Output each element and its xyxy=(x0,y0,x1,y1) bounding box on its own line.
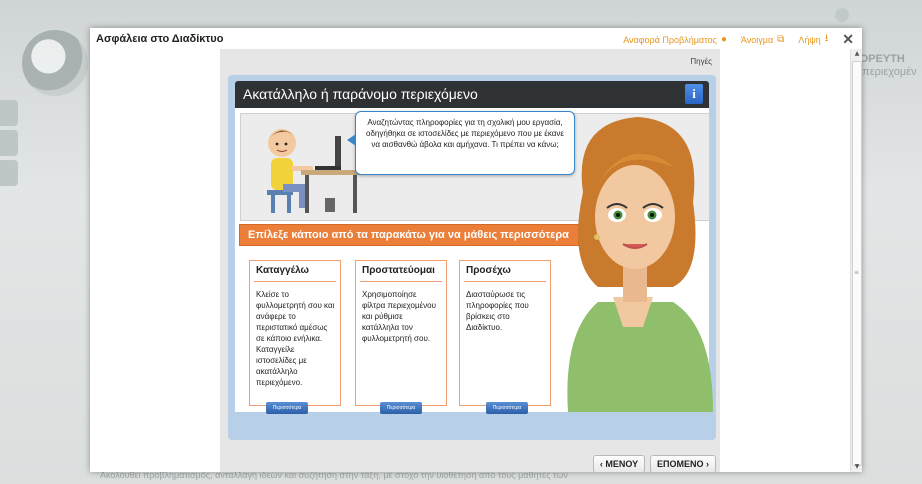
background-dot xyxy=(835,8,849,22)
card-title: Προσέχω xyxy=(466,265,511,276)
download-button[interactable]: Λήψη ⭳ xyxy=(798,31,828,48)
choose-banner: Επίλεξε κάποιο από τα παρακάτω για να μά… xyxy=(239,224,579,246)
lesson-frame: Ακατάλληλο ή παράνομο περιεχόμενο i Αναζ… xyxy=(228,75,716,440)
lesson-body: Αναζητώντας πληροφορίες για τη σχολική μ… xyxy=(235,108,713,414)
external-window-icon: ⧉ xyxy=(777,34,785,45)
scrollbar-thumb[interactable] xyxy=(852,61,862,466)
card-report[interactable]: Καταγγέλω Κλείσε το φυλλομετρητή σου και… xyxy=(249,260,341,414)
report-problem-button[interactable]: Αναφορά Προβλήματος ● xyxy=(623,34,727,45)
background-title: ΣΟΡΕΥΤΗ ή περιεχομέν xyxy=(853,53,917,79)
more-button[interactable]: Περισσότερα xyxy=(266,402,308,414)
scroll-down-icon[interactable]: ▼ xyxy=(853,463,861,471)
sources-link[interactable]: Πηγές xyxy=(690,57,712,66)
background-side-tab xyxy=(0,130,18,156)
open-label: Άνοιγμα xyxy=(740,34,774,45)
report-problem-label: Αναφορά Προβλήματος xyxy=(623,34,717,45)
background-title-line: ή περιεχομέν xyxy=(853,66,917,78)
download-label: Λήψη xyxy=(798,34,821,45)
card-title: Καταγγέλω xyxy=(256,265,309,276)
modal-scrollbar[interactable]: ▲ ≡ ▼ xyxy=(850,49,862,472)
background-title-line: ΣΟΡΕΥΤΗ xyxy=(853,53,905,65)
background-side-tab xyxy=(0,100,18,126)
card-text: Χρησιμοποίησε φίλτρα περιεχομένου και ρύ… xyxy=(362,290,436,343)
open-button[interactable]: Άνοιγμα ⧉ xyxy=(741,34,784,45)
card-protect[interactable]: Προστατεύομαι Χρησιμοποίησε φίλτρα περιε… xyxy=(355,260,447,414)
scroll-up-icon[interactable]: ▲ xyxy=(853,50,861,58)
more-button[interactable]: Περισσότερα xyxy=(380,402,422,414)
card-title: Προστατεύομαι xyxy=(362,265,435,276)
background-side-tab xyxy=(0,160,18,186)
report-icon: ● xyxy=(720,34,727,45)
card-text: Διασταύρωσε τις πληροφορίες που βρίσκεις… xyxy=(466,290,529,332)
card-text: Κλείσε το φυλλομετρητή σου και ανάφερε τ… xyxy=(256,290,335,387)
modal-title: Ασφάλεια στο Διαδίκτυο xyxy=(96,33,224,45)
download-icon: ⭳ xyxy=(824,33,829,44)
content-panel: Πηγές Ακατάλληλο ή παράνομο περιεχόμενο … xyxy=(220,49,720,472)
lesson-title: Ακατάλληλο ή παράνομο περιεχόμενο xyxy=(243,86,478,102)
more-button[interactable]: Περισσότερα xyxy=(486,402,528,414)
info-button[interactable]: i xyxy=(685,84,703,104)
scroll-grip-icon: ≡ xyxy=(854,269,860,276)
close-icon[interactable]: ✕ xyxy=(842,31,854,48)
card-careful[interactable]: Προσέχω Διασταύρωσε τις πληροφορίες που … xyxy=(459,260,551,414)
next-button[interactable]: ΕΠΟΜΕΝΟ › xyxy=(650,455,716,473)
card-divider xyxy=(464,281,546,282)
card-divider xyxy=(254,281,336,282)
card-divider xyxy=(360,281,442,282)
lesson-header: Ακατάλληλο ή παράνομο περιεχόμενο i xyxy=(235,81,709,108)
background-logo xyxy=(22,30,88,96)
banner-text: Επίλεξε κάποιο από τα παρακάτω για να μά… xyxy=(248,229,569,241)
modal-window: Ασφάλεια στο Διαδίκτυο Αναφορά Προβλήματ… xyxy=(90,28,862,473)
woman-character-illustration xyxy=(567,117,713,412)
modal-actions: Αναφορά Προβλήματος ● Άνοιγμα ⧉ Λήψη ⭳ ✕ xyxy=(623,31,854,48)
speech-bubble: Αναζητώντας πληροφορίες για τη σχολική μ… xyxy=(347,111,575,175)
menu-button[interactable]: ‹ ΜΕΝΟΥ xyxy=(593,455,645,473)
